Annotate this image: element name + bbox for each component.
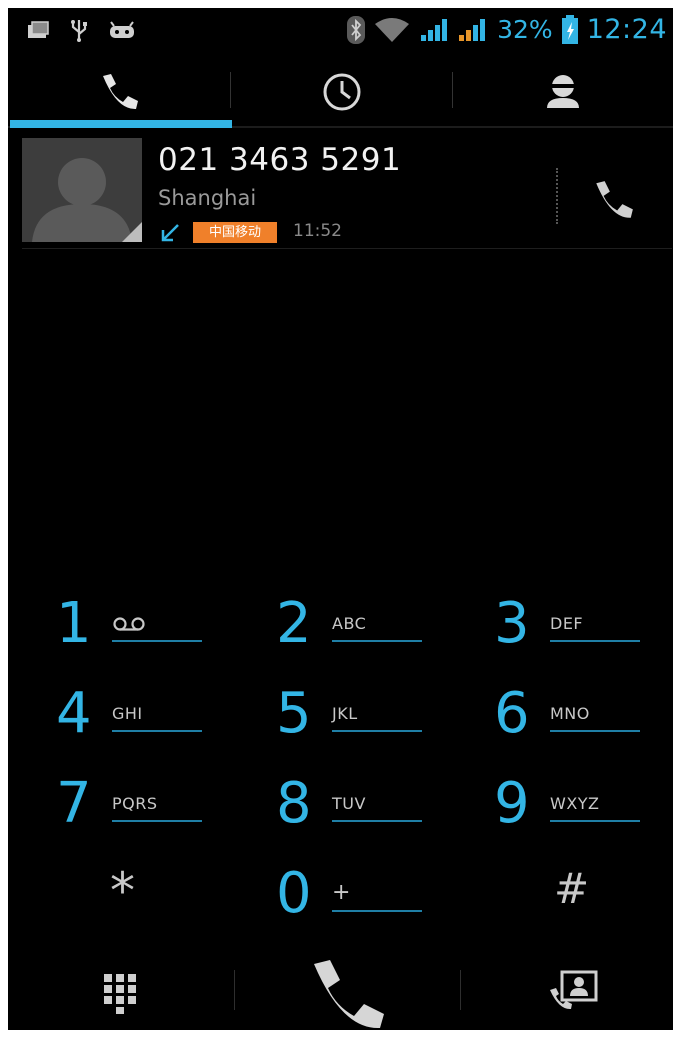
contact-icon: [547, 75, 579, 108]
key-letters: JKL: [332, 704, 358, 723]
key-digit: #: [554, 864, 590, 913]
key-digit: 4: [56, 681, 92, 746]
tab-call-log[interactable]: [231, 58, 452, 126]
add-contact-button[interactable]: [546, 968, 602, 1016]
dialpad-key-6[interactable]: 6 MNO: [494, 686, 673, 756]
usb-icon: [71, 20, 87, 42]
dialpad-key-9[interactable]: 9 WXYZ: [494, 776, 673, 846]
signal-icon-2: [459, 18, 486, 41]
key-letters: TUV: [332, 794, 366, 813]
key-letters: WXYZ: [550, 794, 600, 813]
recent-call-item[interactable]: 021 3463 5291 Shanghai 中国移动 11:52: [8, 130, 673, 250]
key-underline: [550, 820, 640, 822]
android-debug-icon: [110, 21, 134, 38]
status-clock: 12:24: [586, 14, 667, 45]
key-digit: 3: [494, 591, 530, 656]
key-letters: DEF: [550, 614, 584, 633]
key-underline: [112, 820, 202, 822]
key-digit: 6: [494, 681, 530, 746]
photo-icon: [28, 21, 49, 38]
recent-call-location: Shanghai: [158, 186, 257, 210]
key-letters: ABC: [332, 614, 367, 633]
dialpad-key-1[interactable]: 1: [56, 596, 236, 666]
voicemail-icon: [113, 617, 145, 631]
recent-call-button[interactable]: [578, 170, 648, 230]
key-underline: [112, 640, 202, 642]
key-digit: 0: [276, 861, 312, 926]
wifi-icon: [375, 17, 410, 42]
recent-call-divider: [556, 168, 559, 224]
recent-call-time: 11:52: [293, 221, 342, 241]
phone-icon: [103, 74, 138, 110]
dial-call-button[interactable]: [302, 956, 392, 1030]
key-digit: 2: [276, 591, 312, 656]
key-digit: 1: [56, 591, 92, 656]
key-letters: PQRS: [112, 794, 158, 813]
clock-icon: [323, 73, 360, 111]
key-digit: 7: [56, 771, 92, 836]
key-underline: [332, 820, 422, 822]
dialpad-key-8[interactable]: 8 TUV: [276, 776, 456, 846]
tab-bar: [8, 58, 673, 126]
key-underline: [550, 640, 640, 642]
bottom-action-bar: [8, 950, 673, 1030]
key-digit: 9: [494, 771, 530, 836]
signal-icon: [421, 18, 448, 41]
battery-icon: [561, 14, 578, 44]
key-digit: 5: [276, 681, 312, 746]
incoming-call-icon: [161, 224, 179, 242]
tab-phone[interactable]: [8, 58, 230, 126]
dialpad-toggle-icon: [104, 974, 136, 1014]
key-letters: +: [332, 880, 351, 905]
phone-icon: [596, 181, 633, 218]
tab-contacts[interactable]: [453, 58, 673, 126]
dialpad-key-0[interactable]: 0 +: [276, 866, 456, 936]
carrier-badge: 中国移动: [193, 222, 277, 243]
dialpad-key-3[interactable]: 3 DEF: [494, 596, 673, 666]
key-digit: *: [110, 862, 135, 920]
key-underline: [332, 910, 422, 912]
bottom-bar-divider: [234, 970, 235, 1010]
dialpad-toggle-button[interactable]: [100, 970, 140, 1014]
key-letters: MNO: [550, 704, 590, 723]
key-digit: 8: [276, 771, 312, 836]
dialpad-key-hash[interactable]: #: [554, 864, 624, 934]
recent-call-separator: [22, 248, 672, 249]
dialpad-key-7[interactable]: 7 PQRS: [56, 776, 236, 846]
key-underline: [332, 730, 422, 732]
key-underline: [550, 730, 640, 732]
key-letters: GHI: [112, 704, 143, 723]
call-icon: [314, 960, 384, 1029]
bottom-bar-divider: [460, 970, 461, 1010]
add-contact-icon: [550, 970, 598, 1010]
dialpad-key-4[interactable]: 4 GHI: [56, 686, 236, 756]
dialpad-key-star[interactable]: *: [106, 862, 176, 932]
default-avatar-icon: [22, 138, 142, 242]
key-underline: [332, 640, 422, 642]
status-bar: 32% 12:24: [8, 8, 673, 52]
bluetooth-icon: [347, 15, 366, 44]
key-underline: [112, 730, 202, 732]
dialpad-key-2[interactable]: 2 ABC: [276, 596, 456, 666]
tab-selected-indicator: [10, 120, 232, 128]
dialpad-key-5[interactable]: 5 JKL: [276, 686, 456, 756]
battery-percent: 32%: [497, 15, 553, 44]
phone-screen: 32% 12:24 021 3463 5291 Shanghai 中国移动 11…: [8, 8, 673, 1030]
avatar[interactable]: [22, 138, 142, 242]
recent-call-number: 021 3463 5291: [158, 142, 402, 178]
